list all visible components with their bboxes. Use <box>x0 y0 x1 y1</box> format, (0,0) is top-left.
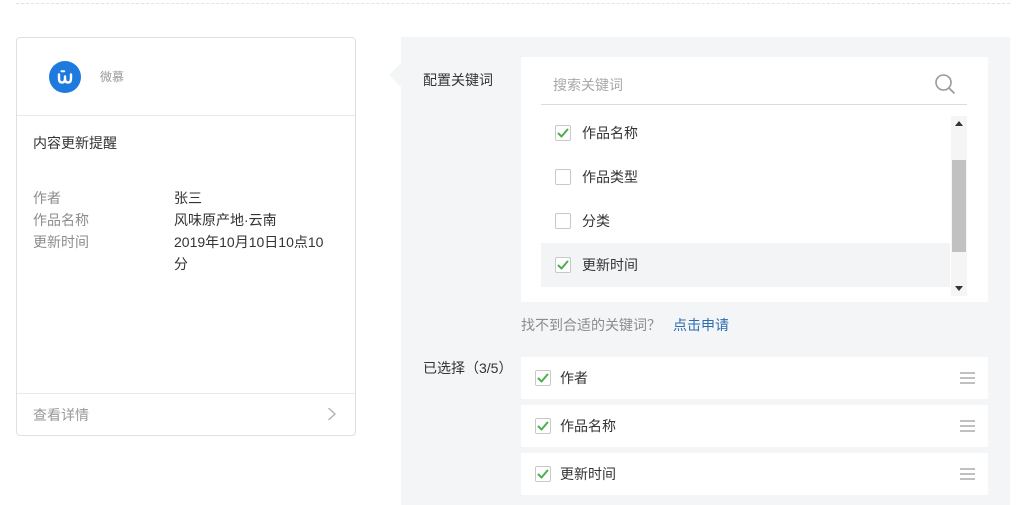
top-dashed-divider <box>16 3 1010 4</box>
message-preview-card: 微慕 内容更新提醒 作者 张三 作品名称 风味原产地·云南 更新时间 2019年… <box>16 37 356 436</box>
selected-count-label: 已选择（3/5） <box>423 360 513 376</box>
checkmark-icon <box>557 128 569 138</box>
card-title: 内容更新提醒 <box>33 135 117 151</box>
keyword-config-panel: 配置关键词 作品名称 作品类型 <box>389 37 1010 505</box>
hint-text: 找不到合适的关键词？ <box>521 317 661 333</box>
checkmark-icon <box>537 373 549 383</box>
field-row-author: 作者 张三 <box>33 187 339 209</box>
brand-logo-icon <box>49 61 81 93</box>
keyword-option-label: 分类 <box>582 213 610 229</box>
field-value: 风味原产地·云南 <box>174 212 277 228</box>
brand-name: 微慕 <box>100 70 125 84</box>
scroll-up-arrow-icon[interactable] <box>951 116 967 132</box>
checkbox[interactable] <box>555 257 571 273</box>
checkmark-icon <box>537 469 549 479</box>
keyword-search <box>541 65 967 105</box>
apply-keyword-link[interactable]: 点击申请 <box>673 317 729 333</box>
view-details-link[interactable]: 查看详情 <box>33 405 89 425</box>
selected-item-label: 作品名称 <box>560 418 616 434</box>
selected-item-label: 更新时间 <box>560 466 616 482</box>
drag-handle-icon[interactable] <box>960 372 975 384</box>
view-details-row[interactable]: 查看详情 <box>17 393 355 435</box>
chevron-right-icon <box>327 407 337 421</box>
field-label: 更新时间 <box>33 234 89 250</box>
checkbox[interactable] <box>535 466 551 482</box>
keyword-list-scrollbar[interactable] <box>951 116 967 296</box>
scroll-down-arrow-icon[interactable] <box>951 280 967 296</box>
keyword-search-input[interactable] <box>541 65 967 104</box>
keyword-option[interactable]: 作品名称 <box>541 111 950 155</box>
keyword-option[interactable]: 作品类型 <box>541 155 950 199</box>
keyword-option-label: 作品类型 <box>582 169 638 185</box>
selected-item: 更新时间 <box>521 453 988 495</box>
field-label: 作品名称 <box>33 212 89 228</box>
field-list: 作者 张三 作品名称 风味原产地·云南 更新时间 2019年10月10日10点1… <box>33 187 339 275</box>
drag-handle-icon[interactable] <box>960 468 975 480</box>
field-value: 张三 <box>174 190 202 206</box>
selected-item: 作品名称 <box>521 405 988 447</box>
checkbox[interactable] <box>555 125 571 141</box>
checkbox[interactable] <box>555 169 571 185</box>
checkbox[interactable] <box>555 213 571 229</box>
keyword-selector-box: 作品名称 作品类型 分类 更新时间 <box>521 57 988 302</box>
field-value: 2019年10月10日10点10分 <box>174 234 324 272</box>
card-header: 微慕 <box>17 38 355 116</box>
keyword-option-label: 更新时间 <box>582 257 638 273</box>
checkbox[interactable] <box>535 418 551 434</box>
checkmark-icon <box>557 260 569 270</box>
checkmark-icon <box>537 421 549 431</box>
keyword-request-hint: 找不到合适的关键词？ 点击申请 <box>521 315 729 335</box>
checkbox[interactable] <box>535 370 551 386</box>
keyword-option-list: 作品名称 作品类型 分类 更新时间 <box>541 111 950 287</box>
selected-item: 作者 <box>521 357 988 399</box>
field-label: 作者 <box>33 190 61 206</box>
field-row-work-name: 作品名称 风味原产地·云南 <box>33 209 339 231</box>
drag-handle-icon[interactable] <box>960 420 975 432</box>
keyword-config-label: 配置关键词 <box>423 72 493 88</box>
keyword-option[interactable]: 更新时间 <box>541 243 950 287</box>
keyword-option[interactable]: 分类 <box>541 199 950 243</box>
search-icon[interactable] <box>934 73 956 95</box>
selected-item-label: 作者 <box>560 370 588 386</box>
scrollbar-thumb[interactable] <box>952 160 966 252</box>
keyword-option-label: 作品名称 <box>582 125 638 141</box>
field-row-update-time: 更新时间 2019年10月10日10点10分 <box>33 231 339 275</box>
panel-pointer-arrow <box>389 63 401 87</box>
